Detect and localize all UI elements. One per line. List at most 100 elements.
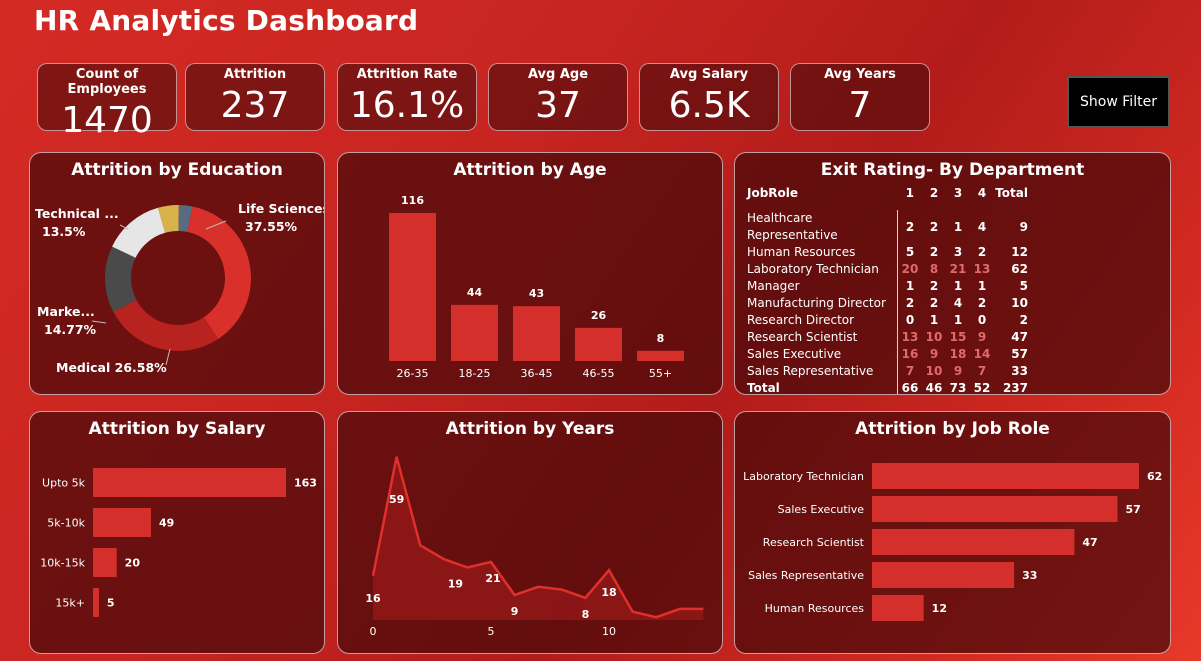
age-bar-chart[interactable]: 116 26-35 44 18-25 43 36-45 26 46-55 8 55+ [338,153,723,395]
salary-bar-value: 163 [294,477,317,490]
age-bar[interactable] [389,213,436,361]
age-bar-value: 26 [591,309,607,322]
age-bar[interactable] [451,304,498,361]
kpi-attrition-rate[interactable]: Attrition Rate 16.1% [337,63,477,131]
jobrole-bar-value: 47 [1082,536,1097,549]
kpi-avg-age[interactable]: Avg Age 37 [488,63,628,131]
salary-bar-value: 49 [159,517,174,530]
matrix-header-2[interactable]: 2 [922,185,946,202]
jobrole-bar-chart[interactable]: 62 Laboratory Technician 57 Sales Executive… [735,412,1171,654]
matrix-cell: 9 [929,347,939,361]
salary-bar[interactable] [93,468,286,497]
kpi-label: Count of Employees [67,67,147,97]
matrix-row-label: Healthcare Representative [747,211,838,242]
jobrole-bar[interactable] [872,496,1118,522]
matrix-cell: 9 [977,330,987,344]
jobrole-category-label: Research Scientist [763,536,865,549]
kpi-label: Attrition Rate [356,67,458,82]
donut-slice[interactable] [104,246,137,312]
salary-bar[interactable] [93,588,99,617]
matrix-header-total[interactable]: Total [994,185,1028,202]
years-x-tick: 5 [488,625,495,638]
matrix-cell: 1 [929,313,939,327]
matrix-row-label: Research Director [747,313,855,327]
salary-bar-chart[interactable]: 163 Upto 5k 49 5k-10k 20 10k-15k 5 15k+ [30,412,325,654]
salary-category-label: 10k-15k [40,557,85,570]
matrix-row-label: Manager [747,279,800,293]
years-point-label: 9 [511,605,519,618]
matrix-row[interactable]: Research Scientist 13 10 15 9 47 [747,329,1028,346]
matrix-cell: 10 [925,330,943,344]
donut-slice[interactable] [187,206,251,339]
kpi-avg-salary[interactable]: Avg Salary 6.5K [639,63,779,131]
jobrole-bar[interactable] [872,595,924,621]
donut-leader-line[interactable] [165,348,171,366]
matrix-row[interactable]: Laboratory Technician 20 8 21 13 62 [747,261,1028,278]
years-chart-card[interactable]: Attrition by Years 16 59 19 21 9 8 18 0 5 10 [337,411,723,654]
jobrole-bar-value: 57 [1125,503,1140,516]
kpi-label: Attrition [223,67,287,82]
age-bar[interactable] [637,350,684,361]
matrix-row[interactable]: Healthcare Representative 2 2 1 4 9 [747,210,1028,244]
matrix-cell: 1 [977,279,987,293]
years-area-chart[interactable]: 16 59 19 21 9 8 18 0 5 10 [338,412,723,654]
matrix-cell: 2 [977,296,987,310]
matrix-cell: 13 [897,329,922,346]
salary-bar[interactable] [93,508,152,537]
matrix-cell: 2 [929,279,939,293]
matrix-cell: 8 [929,262,939,276]
matrix-row[interactable]: Research Director 0 1 1 0 2 [747,312,1028,329]
jobrole-bar[interactable] [872,529,1075,555]
salary-chart-card[interactable]: Attrition by Salary 163 Upto 5k 49 5k-10k 20… [29,411,325,654]
salary-bar[interactable] [93,548,117,577]
matrix-cell: 0 [977,313,987,327]
matrix-header-jobrole[interactable]: JobRole [747,185,898,202]
matrix-row-label: Human Resources [747,245,856,259]
matrix-row[interactable]: Sales Representative 7 10 9 7 33 [747,363,1028,380]
donut-label-name: Life Sciences [238,201,325,216]
years-area-fill[interactable] [373,456,704,620]
matrix-row-label: Manufacturing Director [747,296,886,310]
jobrole-chart-card[interactable]: Attrition by Job Role 62 Laboratory Techn… [734,411,1171,654]
age-bar[interactable] [513,306,560,361]
show-filter-button[interactable]: Show Filter [1067,76,1170,128]
donut-slice[interactable] [113,299,219,351]
age-category-label: 46-55 [583,367,615,380]
kpi-count-of-employees[interactable]: Count of Employees 1470 [37,63,177,141]
exit-rating-matrix[interactable]: JobRole 1 2 3 4 Total Healthcare Represe… [747,185,1028,395]
age-chart-card[interactable]: Attrition by Age 116 26-35 44 18-25 43 36-45 2… [337,152,723,395]
matrix-header-1[interactable]: 1 [898,185,923,202]
matrix-total-row[interactable]: Total 66 46 73 52 237 [747,380,1028,395]
age-bar-value: 44 [467,286,483,299]
matrix-row-total: 10 [1011,296,1028,310]
matrix-cell: 46 [925,381,943,395]
education-donut-chart[interactable]: Life Sciences 37.55% Medical 26.58% Marke..… [30,153,325,395]
jobrole-bar[interactable] [872,562,1015,588]
matrix-cell: 18 [949,347,967,361]
matrix-row-label: Research Scientist [747,330,858,344]
kpi-avg-years[interactable]: Avg Years 7 [790,63,930,131]
matrix-row[interactable]: Manufacturing Director 2 2 4 2 10 [747,295,1028,312]
matrix-row-total: 33 [1011,364,1028,378]
years-x-tick: 0 [370,625,377,638]
donut-slice[interactable] [112,207,166,258]
matrix-header-3[interactable]: 3 [946,185,970,202]
matrix-cell: 2 [977,245,987,259]
matrix-row[interactable]: Manager 1 2 1 1 5 [747,278,1028,295]
age-bar[interactable] [575,327,622,361]
donut-label-pct: 13.5% [42,224,86,239]
kpi-value: 237 [220,85,290,126]
matrix-header-4[interactable]: 4 [970,185,994,202]
years-point-label: 59 [389,493,404,506]
jobrole-bar-value: 33 [1022,569,1037,582]
matrix-cell: 2 [897,295,922,312]
matrix-row[interactable]: Human Resources 5 2 3 2 12 [747,244,1028,261]
matrix-cell: 73 [949,381,967,395]
exit-rating-card[interactable]: Exit Rating- By Department JobRole 1 2 3… [734,152,1171,395]
matrix-row-total: 5 [1019,279,1028,293]
matrix-cell: 20 [897,261,922,278]
education-chart-card[interactable]: Attrition by Education Life Sciences 37.5… [29,152,325,395]
jobrole-bar[interactable] [872,463,1139,489]
kpi-attrition[interactable]: Attrition 237 [185,63,325,131]
matrix-row[interactable]: Sales Executive 16 9 18 14 57 [747,346,1028,363]
